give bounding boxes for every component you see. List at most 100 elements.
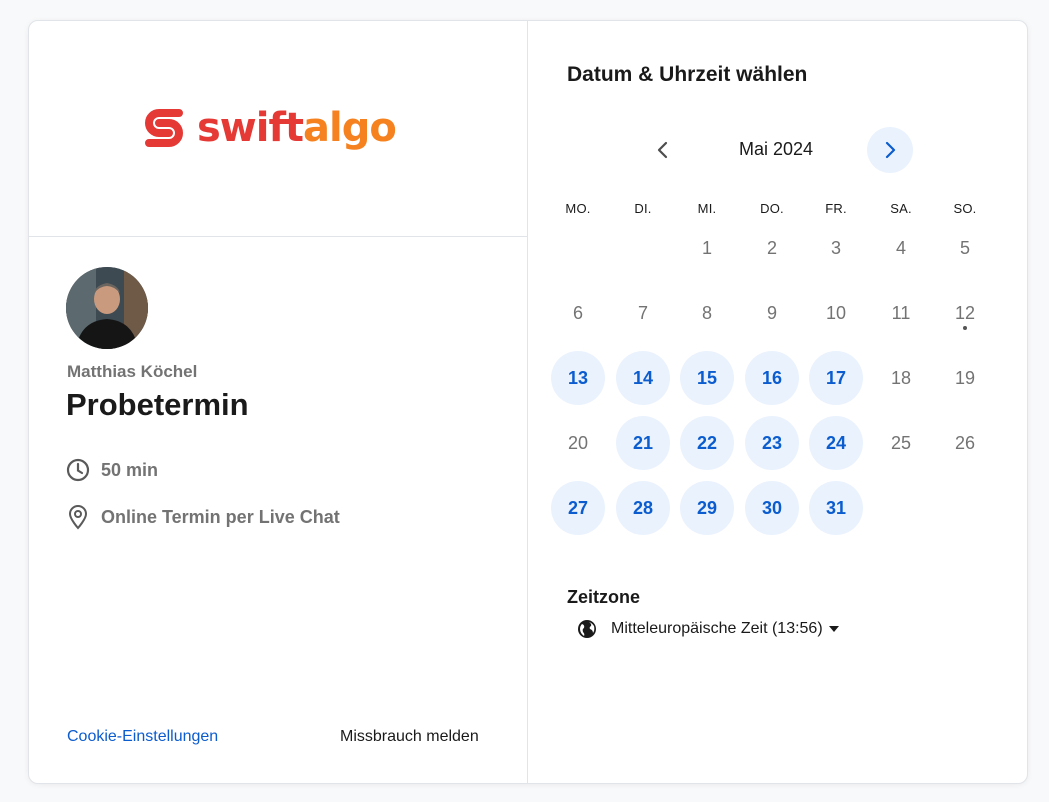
unavailable-day: 18 (874, 351, 928, 405)
available-day-button[interactable]: 27 (551, 481, 605, 535)
event-info-panel: swiftalgo Matthias Köchel Probetermin 50… (29, 21, 528, 783)
unavailable-day: 7 (616, 286, 670, 340)
logo-text-algo: algo (303, 105, 397, 151)
unavailable-day: 12 (938, 286, 992, 340)
day-number: 20 (567, 432, 589, 453)
weekday-label: DO. (760, 201, 784, 216)
day-number: 26 (954, 432, 976, 453)
caret-down-icon (828, 626, 839, 632)
weekday-label: SA. (890, 201, 912, 216)
day-number: 4 (895, 237, 906, 258)
available-day-button[interactable]: 17 (809, 351, 863, 405)
event-location-text: Online Termin per Live Chat (101, 506, 340, 527)
available-day-button[interactable]: 24 (809, 416, 863, 470)
unavailable-day: 5 (938, 221, 992, 275)
day-number: 7 (637, 302, 648, 323)
available-day-button[interactable]: 22 (680, 416, 734, 470)
unavailable-day: 3 (809, 221, 863, 275)
host-photo-icon (66, 267, 148, 349)
day-number: 14 (632, 367, 654, 388)
timezone-label: Zeitzone (567, 587, 641, 607)
day-number: 5 (959, 237, 970, 258)
unavailable-day: 26 (938, 416, 992, 470)
unavailable-day: 2 (745, 221, 799, 275)
unavailable-day: 4 (874, 221, 928, 275)
unavailable-day: 11 (874, 286, 928, 340)
location-pin-icon (65, 504, 91, 530)
day-number: 13 (567, 367, 589, 388)
event-duration-text: 50 min (101, 459, 159, 480)
calendar-heading: Datum & Uhrzeit wählen (567, 63, 808, 86)
day-number: 3 (830, 237, 841, 258)
day-number: 28 (632, 497, 654, 518)
day-number: 29 (696, 497, 718, 518)
timezone-value: Mitteleuropäische Zeit (13:56) (611, 620, 823, 637)
day-number: 22 (696, 432, 718, 453)
event-title: Probetermin (66, 387, 249, 422)
event-location: Online Termin per Live Chat (65, 504, 340, 530)
available-day-button[interactable]: 21 (616, 416, 670, 470)
available-day-button[interactable]: 15 (680, 351, 734, 405)
day-number: 25 (890, 432, 912, 453)
event-duration: 50 min (65, 457, 158, 483)
day-number: 21 (632, 432, 654, 453)
day-number: 1 (701, 237, 712, 258)
day-number: 15 (696, 367, 718, 388)
day-number: 19 (954, 367, 976, 388)
day-number: 11 (891, 302, 911, 323)
day-number: 24 (825, 432, 847, 453)
available-day-button[interactable]: 13 (551, 351, 605, 405)
available-day-button[interactable]: 30 (745, 481, 799, 535)
chevron-left-icon (657, 141, 668, 159)
previous-month-button[interactable] (640, 127, 686, 173)
day-number: 30 (761, 497, 783, 518)
available-day-button[interactable]: 29 (680, 481, 734, 535)
globe-icon (577, 619, 597, 639)
calendar-day-grid: 1 2 3 4 5 6 7 8 9 10 11 12 13 14 15 16 17 18 19 20 21 22 23 24 2… (551, 221, 1011, 551)
report-abuse-link[interactable]: Missbrauch melden (340, 728, 479, 746)
weekday-label: FR. (825, 201, 847, 216)
weekday-label: DI. (634, 201, 652, 216)
available-day-button[interactable]: 14 (616, 351, 670, 405)
day-number: 8 (701, 302, 712, 323)
logo-area: swiftalgo (29, 21, 527, 237)
available-day-button[interactable]: 23 (745, 416, 799, 470)
unavailable-day: 25 (874, 416, 928, 470)
available-day-button[interactable]: 28 (616, 481, 670, 535)
weekday-label: MI. (697, 201, 717, 216)
weekday-label: SO. (953, 201, 977, 216)
host-name: Matthias Köchel (67, 362, 198, 381)
day-number: 12 (954, 302, 976, 323)
swiftalgo-logo-mark-icon (145, 109, 183, 147)
unavailable-day: 1 (680, 221, 734, 275)
day-number: 31 (825, 497, 847, 518)
cookie-settings-link[interactable]: Cookie-Einstellungen (67, 728, 218, 746)
unavailable-day: 19 (938, 351, 992, 405)
unavailable-day: 6 (551, 286, 605, 340)
chevron-right-icon (885, 141, 896, 159)
next-month-button[interactable] (867, 127, 913, 173)
day-number: 9 (766, 302, 777, 323)
day-number: 23 (761, 432, 783, 453)
unavailable-day: 20 (551, 416, 605, 470)
day-number: 2 (766, 237, 777, 258)
available-day-button[interactable]: 31 (809, 481, 863, 535)
clock-icon (65, 457, 91, 483)
day-number: 10 (825, 302, 847, 323)
logo-text-swift: swift (197, 105, 304, 151)
timezone-select[interactable]: Mitteleuropäische Zeit (13:56) (577, 619, 839, 639)
today-indicator-dot (963, 326, 967, 330)
unavailable-day: 8 (680, 286, 734, 340)
current-month-label: Mai 2024 (738, 139, 814, 159)
available-day-button[interactable]: 16 (745, 351, 799, 405)
day-number: 6 (572, 302, 583, 323)
day-number: 27 (567, 497, 589, 518)
day-number: 16 (761, 367, 783, 388)
host-avatar (66, 267, 148, 349)
day-number: 18 (890, 367, 912, 388)
unavailable-day: 10 (809, 286, 863, 340)
swiftalgo-logo: swiftalgo (139, 101, 397, 155)
unavailable-day: 9 (745, 286, 799, 340)
day-number: 17 (825, 367, 847, 388)
logo-text: swiftalgo (197, 101, 397, 155)
